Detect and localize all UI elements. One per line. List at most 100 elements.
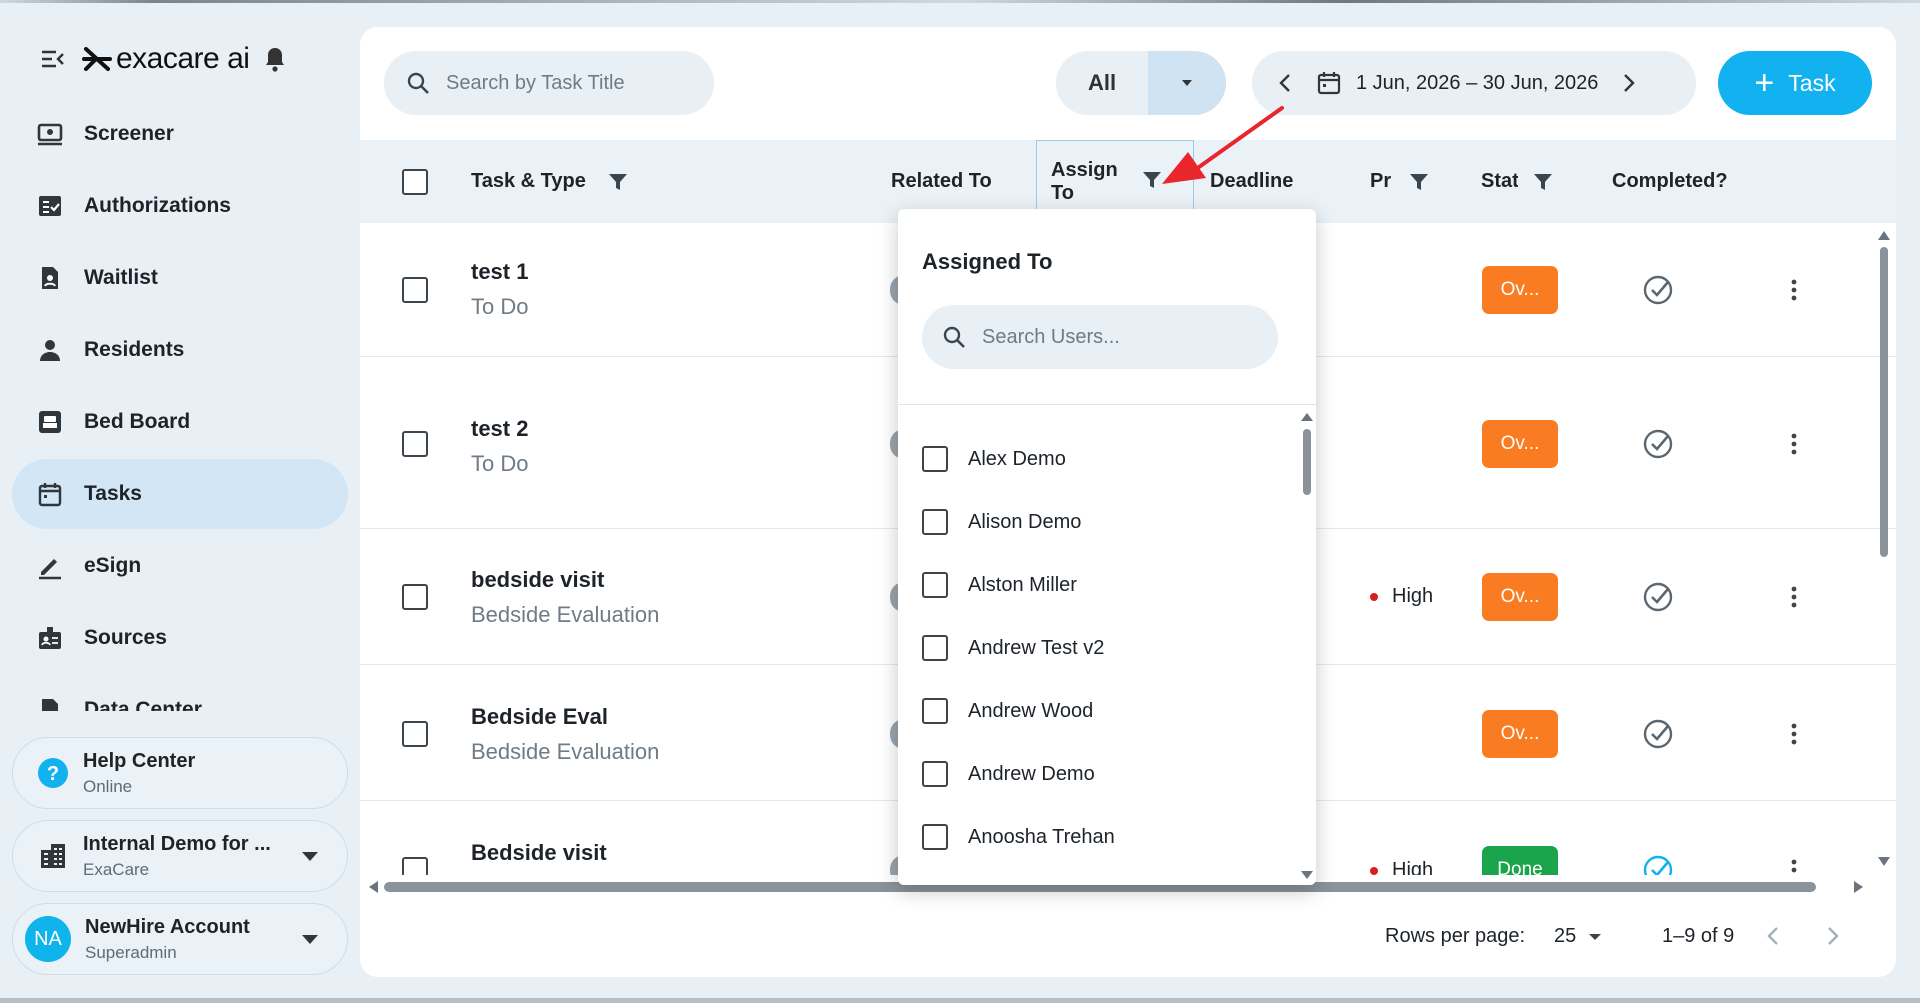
notification-bell-icon[interactable] — [263, 46, 287, 72]
filter-icon[interactable] — [1409, 172, 1429, 192]
priority-dot — [1370, 592, 1378, 601]
sidebar-item-screener[interactable]: Screener — [12, 99, 348, 169]
status-badge: Ov... — [1482, 420, 1558, 468]
brand-name: exacare ai — [116, 42, 250, 75]
priority-dot — [1370, 866, 1378, 875]
sidebar-item-waitlist[interactable]: Waitlist — [12, 243, 348, 313]
task-filter-dropdown-button[interactable] — [1148, 51, 1226, 115]
row-checkbox[interactable] — [402, 857, 428, 875]
column-priority-label: Pr — [1370, 170, 1392, 192]
sidebar-item-sources[interactable]: Sources — [12, 603, 348, 673]
user-list-scrollbar[interactable] — [1298, 405, 1316, 885]
user-option[interactable]: Andrew Demo — [922, 754, 1095, 794]
add-task-button[interactable]: + Task — [1718, 51, 1872, 115]
sidebar-item-label: Data Center — [84, 698, 202, 711]
user-name: Alison Demo — [968, 510, 1082, 533]
next-page-icon[interactable] — [1826, 925, 1840, 947]
filter-icon[interactable] — [1533, 172, 1553, 192]
waitlist-icon — [42, 267, 58, 289]
task-filter-select[interactable]: All — [1056, 51, 1226, 115]
user-checkbox[interactable] — [922, 698, 948, 724]
task-title: test 2 — [471, 416, 529, 441]
account-selector[interactable]: NA NewHire Account Superadmin — [12, 903, 348, 975]
sidebar-item-bed-board[interactable]: Bed Board — [12, 387, 348, 457]
date-range-picker[interactable]: 1 Jun, 2026 – 30 Jun, 2026 — [1252, 51, 1696, 115]
user-option[interactable]: Andrew Wood — [922, 691, 1093, 731]
sidebar-item-tasks[interactable]: Tasks — [12, 459, 348, 529]
previous-page-icon[interactable] — [1766, 925, 1780, 947]
user-checkbox[interactable] — [922, 446, 948, 472]
row-checkbox[interactable] — [402, 277, 428, 303]
user-option[interactable]: Anoosha Trehan — [922, 817, 1115, 857]
assigned-to-filter-popup: Assigned To Alex Demo Alison Demo Alston… — [898, 209, 1316, 885]
organization-selector[interactable]: Internal Demo for ... ExaCare — [12, 820, 348, 892]
user-checkbox[interactable] — [922, 761, 948, 787]
more-options-icon[interactable] — [1790, 432, 1798, 456]
popup-title: Assigned To — [922, 249, 1053, 274]
column-priority[interactable]: Pr — [1370, 140, 1429, 223]
table-vertical-scrollbar[interactable] — [1872, 223, 1896, 883]
task-filter-value: All — [1087, 70, 1117, 95]
row-checkbox[interactable] — [402, 431, 428, 457]
column-completed[interactable]: Completed? — [1612, 140, 1728, 223]
completed-check-icon[interactable] — [1642, 428, 1674, 460]
sidebar-item-data-center[interactable]: Data Center — [12, 675, 348, 711]
more-options-icon[interactable] — [1790, 722, 1798, 746]
help-icon: ? — [38, 758, 68, 788]
sidebar-item-label: Residents — [84, 338, 185, 361]
rows-per-page-select[interactable]: 25 — [1554, 925, 1602, 948]
task-search-input[interactable] — [446, 71, 686, 95]
user-checkbox[interactable] — [922, 509, 948, 535]
more-options-icon[interactable] — [1790, 585, 1798, 609]
column-status[interactable]: Stat — [1481, 140, 1553, 223]
user-name: Andrew Wood — [968, 699, 1094, 722]
collapse-sidebar-icon[interactable] — [40, 48, 66, 70]
completed-check-icon[interactable] — [1642, 274, 1674, 306]
organization-name: Internal Demo for ... — [83, 832, 271, 855]
task-type: To Do — [471, 451, 529, 476]
user-option[interactable]: Alston Miller — [922, 565, 1077, 605]
sidebar-item-label: Screener — [84, 122, 174, 145]
user-list: Alex Demo Alison Demo Alston Miller Andr… — [898, 405, 1298, 885]
user-search[interactable] — [922, 305, 1278, 369]
user-checkbox[interactable] — [922, 572, 948, 598]
row-checkbox[interactable] — [402, 721, 428, 747]
sidebar-item-residents[interactable]: Residents — [12, 315, 348, 385]
sidebar-item-esign[interactable]: eSign — [12, 531, 348, 601]
more-options-icon[interactable] — [1790, 858, 1798, 875]
chevron-right-icon[interactable] — [1622, 72, 1636, 94]
chevron-left-icon[interactable] — [1278, 72, 1292, 94]
svg-text:?: ? — [47, 763, 59, 785]
status-badge: Ov... — [1482, 573, 1558, 621]
user-option[interactable]: Alex Demo — [922, 439, 1066, 479]
avatar: NA — [25, 916, 71, 962]
user-checkbox[interactable] — [922, 635, 948, 661]
completed-check-icon[interactable] — [1642, 718, 1674, 750]
user-checkbox[interactable] — [922, 824, 948, 850]
select-all-checkbox[interactable] — [402, 168, 428, 195]
user-search-input[interactable] — [982, 325, 1262, 349]
task-search[interactable] — [384, 51, 714, 115]
search-icon — [407, 72, 429, 94]
user-option[interactable]: Andrew Test v2 — [922, 628, 1104, 668]
pagination-range: 1–9 of 9 — [1662, 925, 1735, 947]
sidebar-item-authorizations[interactable]: Authorizations — [12, 171, 348, 241]
task-title: Bedside visit — [471, 840, 607, 865]
help-center-title: Help Center — [83, 749, 196, 772]
help-center-card[interactable]: ? Help Center Online — [12, 737, 348, 809]
pen-icon — [39, 559, 61, 580]
completed-check-icon[interactable] — [1642, 854, 1674, 875]
column-task-type[interactable]: Task & Type — [471, 140, 628, 223]
sidebar-item-label: Sources — [84, 626, 167, 649]
task-type: Bedside Evaluation — [471, 602, 660, 627]
badge-icon — [39, 627, 61, 649]
status-badge: Ov... — [1482, 266, 1558, 314]
caret-down-icon — [1182, 80, 1192, 86]
user-option[interactable]: Alison Demo — [922, 502, 1081, 542]
row-checkbox[interactable] — [402, 584, 428, 610]
completed-check-icon[interactable] — [1642, 581, 1674, 613]
priority-label: High — [1370, 585, 1433, 608]
more-options-icon[interactable] — [1790, 278, 1798, 302]
filter-icon[interactable] — [608, 172, 628, 192]
sidebar-nav: Screener Authorizations Waitlist Residen… — [12, 99, 348, 711]
